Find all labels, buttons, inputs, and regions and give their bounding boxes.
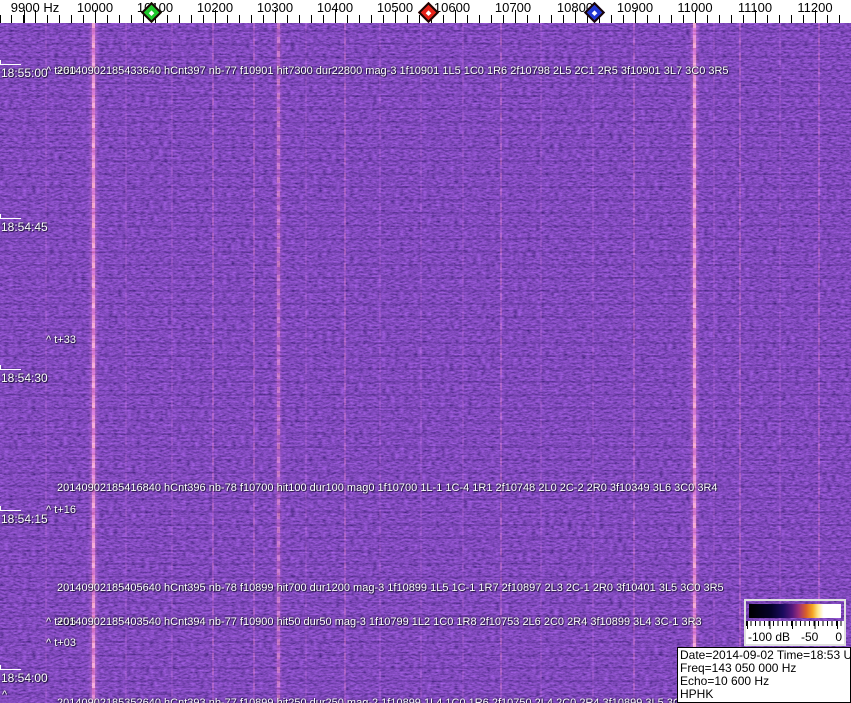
time-tick [0,64,21,65]
event-time-marker: ^ t+33 [46,334,76,346]
event-annotation: 20140902185416840 hCnt396 nb-78 f10700 h… [57,482,718,494]
spectral-line [45,23,47,703]
spectral-line [344,23,346,703]
spectral-line [253,23,255,703]
spectral-line [92,23,95,703]
spectral-line [633,23,635,703]
event-annotation: 20140902185403540 hCnt394 nb-77 f10900 h… [57,616,702,628]
event-time-marker: ^ t+03 [46,637,76,649]
spectral-line [462,23,464,703]
time-tick [0,369,21,370]
spectral-line [592,23,594,703]
spectral-line [500,23,502,703]
event-annotation-partial: 20140902185352640 hCnt393 nb-77 f10899 h… [57,697,711,703]
spectral-line [379,23,381,703]
status-info-box: Date=2014-09-02 Time=18:53 UTC Freq=143 … [677,647,851,703]
event-annotation: 20140902185405640 hCnt395 nb-78 f10899 h… [57,582,724,594]
db-colorbar: -100 dB -50 0 [744,599,846,646]
colorbar-label-min: -100 dB [748,630,791,644]
spectral-line [693,23,696,703]
spectral-line [540,23,542,703]
frequency-ruler: 9900 Hz 10000 10100 10200 10300 10400 10… [0,0,851,24]
time-label: 18:55:00 [1,66,48,80]
colorbar-label-mid: -50 [801,630,819,644]
time-label: 18:54:30 [1,371,48,385]
colorbar-major-ticks [746,621,844,629]
time-tick [0,218,21,219]
spectral-line [713,23,715,703]
spectral-line [171,23,173,703]
spectral-line [420,23,422,703]
colorbar-gradient [749,604,841,618]
spectral-line [212,23,214,703]
spectral-line [125,23,127,703]
spectral-line [305,23,307,703]
spectrogram-banding [0,23,851,703]
time-tick [0,669,21,670]
colorbar-ruler: -100 dB -50 0 [746,621,844,644]
time-label: 18:54:15 [1,512,48,526]
spectrogram-app-window: 9900 Hz 10000 10100 10200 10300 10400 10… [0,0,851,703]
spectral-line [739,23,741,703]
caret-mark: ^ [2,689,8,701]
info-station-line: HPHK [680,687,714,701]
event-time-marker: ^ t+16 [46,504,76,516]
spectrogram[interactable]: 18:55:00 18:54:45 18:54:30 18:54:15 18:5… [0,23,851,703]
time-label: 18:54:45 [1,220,48,234]
time-tick [0,510,21,511]
event-annotation: 20140902185433640 hCnt397 nb-77 f10901 h… [57,65,729,77]
spectral-line [277,23,280,703]
colorbar-label-max: 0 [835,630,842,644]
time-label: 18:54:00 [1,671,48,685]
